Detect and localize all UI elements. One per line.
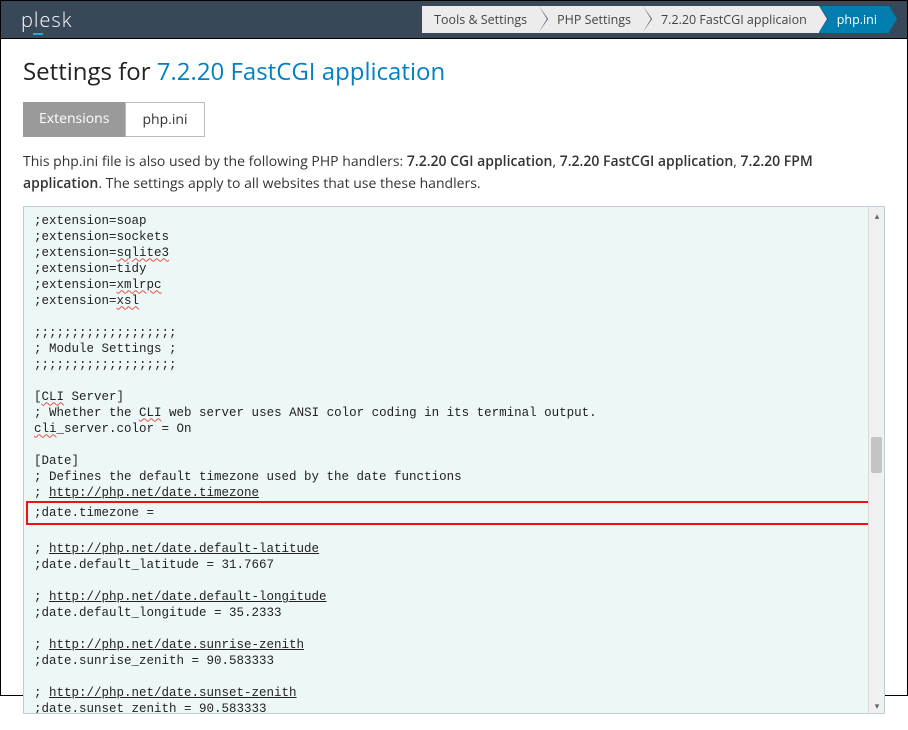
editor-line: ;date.default_latitude = 31.7667 [34,557,874,573]
scrollbar-thumb[interactable] [871,437,882,473]
editor-line [34,309,874,325]
crumb-tools-settings[interactable]: Tools & Settings [422,6,539,33]
top-bar: plesk Tools & Settings PHP Settings 7.2.… [1,1,907,39]
editor-line [34,525,874,541]
phpini-editor[interactable]: ;extension=soap;extension=sockets;extens… [24,207,884,713]
editor-line: ;extension=sqlite3 [34,245,874,261]
editor-line: ; http://php.net/date.timezone [34,485,874,501]
scroll-down-icon[interactable]: ▾ [870,698,884,712]
editor-line [34,621,874,637]
editor-line [34,437,874,453]
editor-line: ;date.default_longitude = 35.2333 [34,605,874,621]
editor-line: [CLI Server] [34,389,874,405]
editor-line: [Date] [34,453,874,469]
editor-line: ; Module Settings ; [34,341,874,357]
editor-line: cli_server.color = On [34,421,874,437]
editor-container: ;extension=soap;extension=sockets;extens… [23,206,885,714]
crumb-php-settings[interactable]: PHP Settings [539,6,643,33]
editor-line: ;extension=soap [34,213,874,229]
editor-line: ; http://php.net/date.default-longitude [34,589,874,605]
editor-line: ; http://php.net/date.default-latitude [34,541,874,557]
editor-line [34,573,874,589]
editor-line: ;date.timezone = [34,505,872,521]
page-title: Settings for 7.2.20 FastCGI application [23,55,885,88]
crumb-phpini[interactable]: php.ini [819,6,889,33]
editor-line: ;extension=xmlrpc [34,277,874,293]
highlighted-line-box: ;date.timezone = [26,501,880,525]
editor-line: ;;;;;;;;;;;;;;;;;;; [34,325,874,341]
editor-line: ;extension=xsl [34,293,874,309]
tab-phpini[interactable]: php.ini [125,102,204,137]
breadcrumb: Tools & Settings PHP Settings 7.2.20 Fas… [422,6,889,33]
editor-line: ;date.sunset_zenith = 90.583333 [34,701,874,713]
main-content: Settings for 7.2.20 FastCGI application … [1,39,907,730]
editor-line: ;extension=tidy [34,261,874,277]
editor-line: ; http://php.net/date.sunrise-zenith [34,637,874,653]
editor-line: ;date.sunrise_zenith = 90.583333 [34,653,874,669]
handlers-note: This php.ini file is also used by the fo… [23,151,885,194]
editor-line: ;extension=sockets [34,229,874,245]
scrollbar-track[interactable]: ▴ ▾ [868,207,884,713]
logo: plesk [21,6,72,33]
crumb-fastcgi[interactable]: 7.2.20 FastCGI applicaion [643,6,819,33]
editor-line [34,669,874,685]
title-highlight: 7.2.20 FastCGI application [157,55,445,88]
tabs: Extensions php.ini [23,102,885,137]
editor-line: ; http://php.net/date.sunset-zenith [34,685,874,701]
scroll-up-icon[interactable]: ▴ [870,208,884,222]
editor-line: ;;;;;;;;;;;;;;;;;;; [34,357,874,373]
editor-line: ; Defines the default timezone used by t… [34,469,874,485]
editor-line: ; Whether the CLI web server uses ANSI c… [34,405,874,421]
editor-line [34,373,874,389]
tab-extensions[interactable]: Extensions [23,102,125,137]
